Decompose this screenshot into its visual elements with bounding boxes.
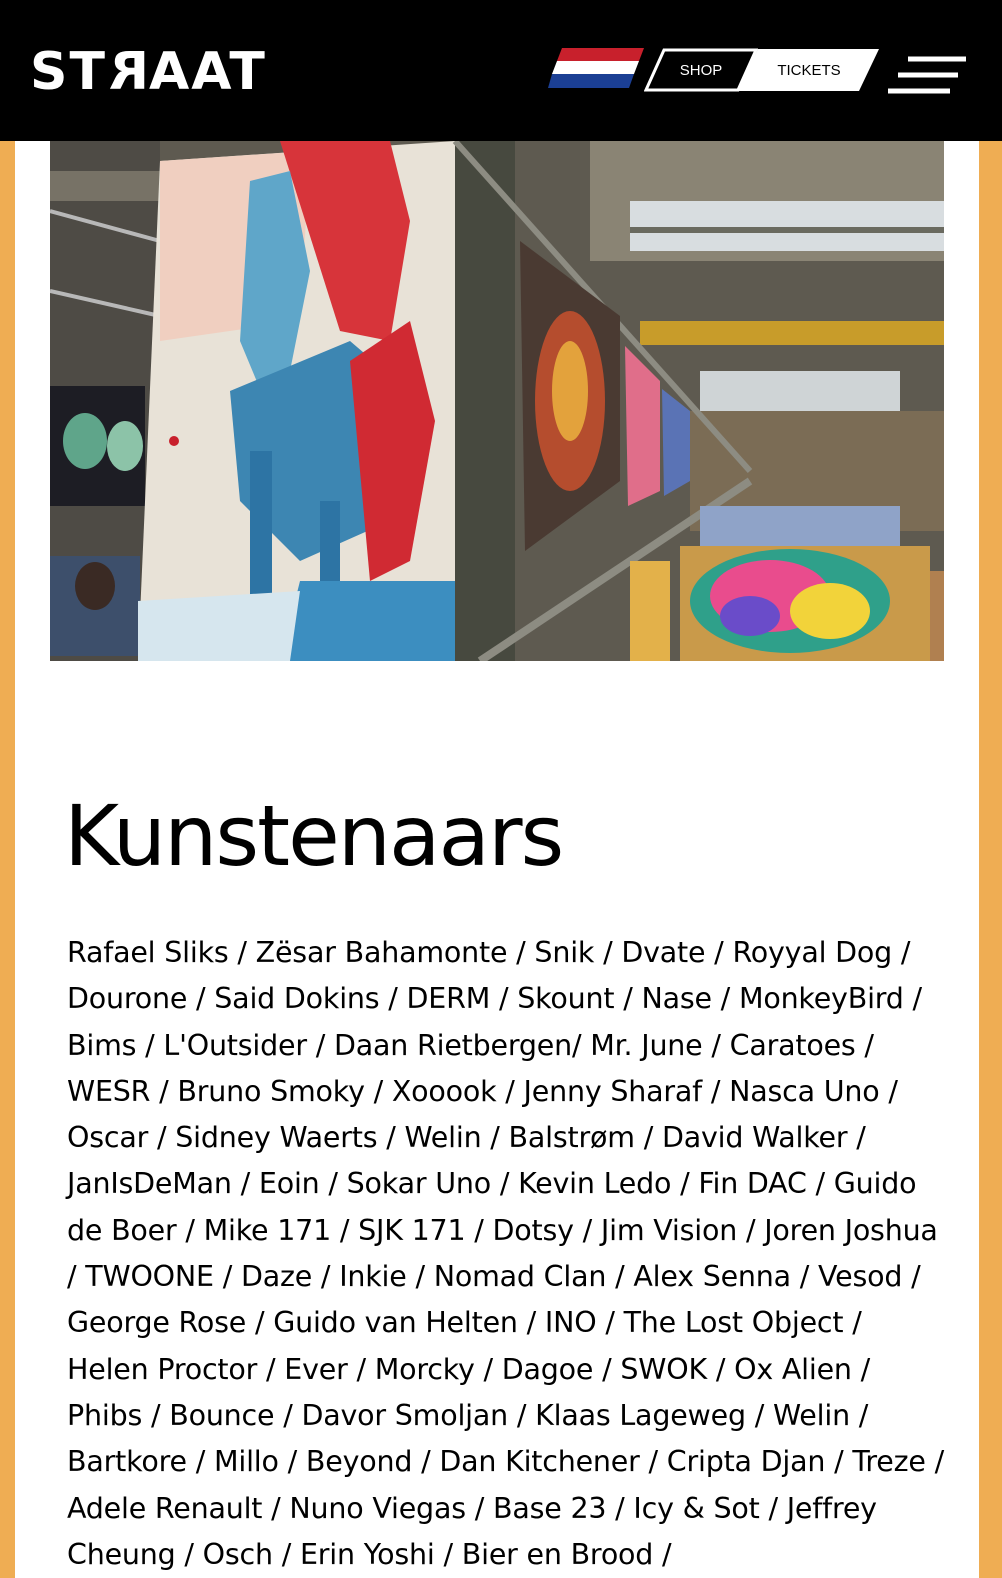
straat-logo[interactable]: ST R AAT	[30, 42, 267, 102]
artists-list: Rafael Sliks / Zësar Bahamonte / Snik / …	[67, 936, 944, 1571]
tickets-button[interactable]: TICKETS	[738, 48, 880, 92]
page-title: Kunstenaars	[64, 787, 564, 885]
netherlands-flag-icon[interactable]	[548, 48, 644, 88]
hero-image	[50, 141, 944, 661]
hamburger-menu-icon[interactable]	[884, 54, 970, 96]
tickets-label: TICKETS	[777, 61, 841, 79]
shop-label: SHOP	[679, 61, 723, 79]
site-header: ST R AAT SHOP TICKETS	[0, 0, 1002, 141]
